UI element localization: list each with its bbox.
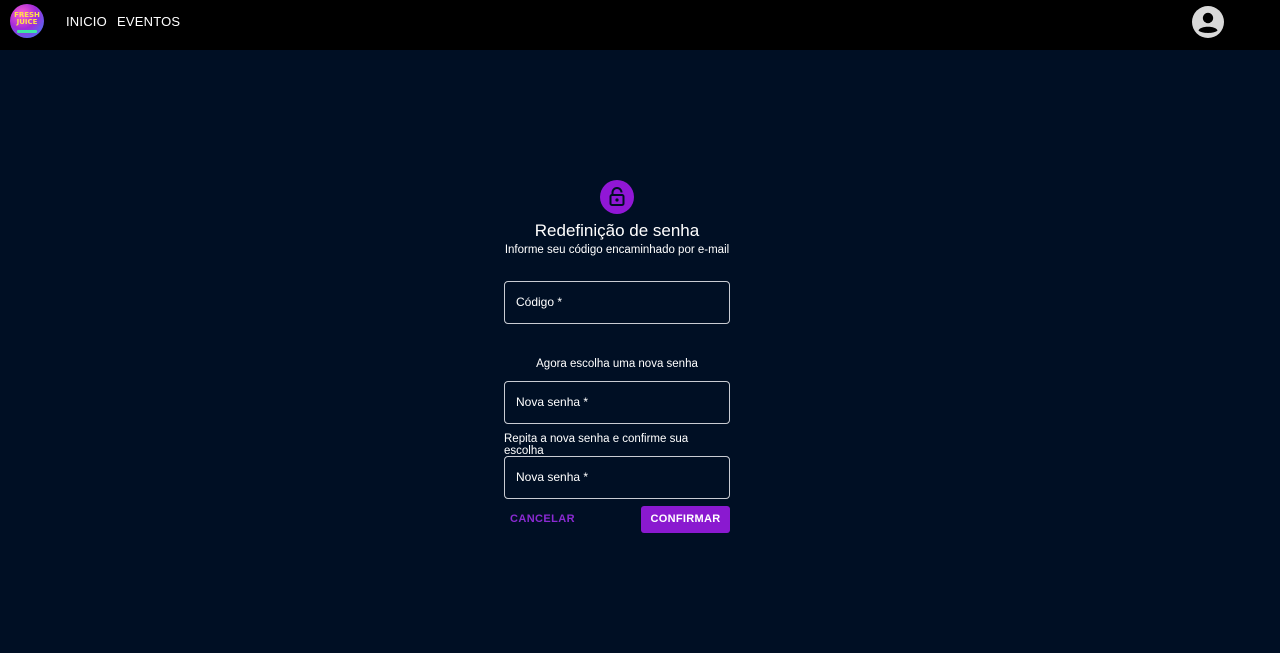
new-password-hint: Agora escolha uma nova senha [536, 358, 698, 370]
repeat-password-field[interactable]: Nova senha * [504, 456, 730, 499]
confirm-button[interactable]: CONFIRMAR [641, 506, 730, 533]
code-field[interactable]: Código * [504, 281, 730, 324]
page-title: Redefinição de senha [534, 221, 700, 240]
repeat-password-hint: Repita a nova senha e confirme sua escol… [504, 433, 689, 457]
nav-link-eventos[interactable]: EVENTOS [117, 14, 180, 29]
nav-link-inicio[interactable]: INICIO [66, 14, 107, 29]
new-password-field-label: Nova senha * [516, 395, 589, 409]
logo-accent-bar [17, 30, 37, 33]
repeat-password-field-label: Nova senha * [516, 470, 589, 484]
brand-logo[interactable]: FRESH JUICE [10, 4, 44, 38]
logo-text: FRESH JUICE [14, 11, 40, 26]
cancel-button[interactable]: CANCELAR [510, 513, 575, 525]
new-password-field[interactable]: Nova senha * [504, 381, 730, 424]
code-field-label: Código * [516, 295, 563, 309]
account-circle-icon[interactable] [1191, 5, 1225, 39]
top-navbar: FRESH JUICE INICIO EVENTOS [0, 0, 1280, 50]
page-subtitle: Informe seu código encaminhado por e-mai… [504, 244, 730, 256]
lock-open-icon [600, 180, 634, 214]
